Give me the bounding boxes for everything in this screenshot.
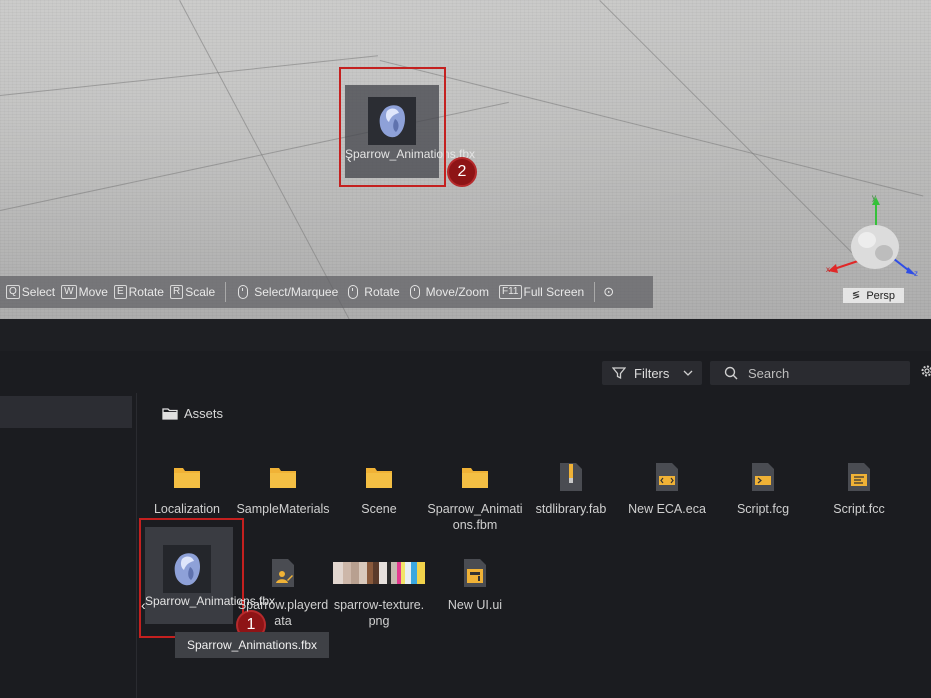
floor-seam [0,55,379,96]
asset-tile[interactable]: Script.fcc [811,457,907,517]
camera-mode-button[interactable]: ≶ Persp [843,288,904,303]
filters-label: Filters [634,365,670,381]
asset-name: SampleMaterials [236,502,330,516]
scene-viewport[interactable]: ‹ Sparrow_Animations.fbx 2 Q Select W Mo… [0,0,931,319]
mouse-hint-rotate: Rotate [348,285,400,299]
asset-name: Scene [361,502,397,516]
menu-icon: ≶ [851,290,861,301]
mouse-right-icon [348,285,359,299]
shortcut-label: Select [21,285,56,299]
breadcrumb-assets[interactable]: Assets [184,406,223,421]
shortcut-key: F11 [499,285,522,299]
asset-name: stdlibrary.fab [535,502,607,516]
mouse-hint-label: Move/Zoom [425,285,489,299]
mouse-hint-label: Select/Marquee [254,285,339,299]
orientation-gizmo[interactable]: y z x [820,193,930,285]
asset-name: Script.fcc [833,502,885,516]
asset-name: Script.fcg [736,502,790,516]
asset-tile[interactable]: New UI.ui [427,553,523,613]
asset-tile[interactable]: sparrow-texture.png [331,553,427,629]
gizmo-z-label: z [914,269,918,278]
shortcut-label: Full Screen [523,285,585,299]
texture-thumbnail [331,553,427,593]
mouse-hint-move-zoom: Move/Zoom [409,285,489,299]
asset-name: New UI.ui [447,598,503,612]
step-marker-2: 2 [447,157,477,187]
asset-name: Sparrow.playerdata [237,598,329,628]
asset-tile[interactable]: New ECA.eca [619,457,715,517]
asset-tile[interactable]: Sparrow_Animations.fbm [427,457,523,533]
playerdata-file-icon [235,553,331,593]
shortcut-label: Rotate [128,285,164,299]
zip-file-icon [523,457,619,497]
mouse-middle-icon [409,285,420,299]
camera-mode-label: Persp [866,289,896,302]
gear-icon[interactable] [920,364,931,378]
search-input[interactable]: Search [710,361,910,385]
folder-icon [331,457,427,497]
divider [594,282,596,302]
asset-name: Localization [153,502,220,516]
filters-dropdown[interactable]: Filters [602,361,702,385]
search-placeholder: Search [748,365,790,381]
highlight-box-source [139,518,244,638]
asset-tile[interactable]: Scene [331,457,427,517]
shortcut-scale[interactable]: R Scale [169,285,216,299]
breadcrumb: Assets [162,406,223,421]
shortcut-key: R [169,285,184,299]
mouse-left-icon [238,285,249,299]
shortcut-rotate[interactable]: E Rotate [113,285,164,299]
tooltip: Sparrow_Animations.fbx [175,632,329,658]
mouse-hint-select: Select/Marquee [238,285,338,299]
asset-tile[interactable]: Localization [139,457,235,517]
script-file-icon [715,457,811,497]
asset-tile[interactable]: Sparrow.playerdata [235,553,331,629]
gizmo-y-label: y [872,193,876,202]
asset-tile[interactable]: Script.fcg [715,457,811,517]
shortcut-label: Move [78,285,108,299]
shortcut-label: Scale [185,285,216,299]
eye-settings-icon[interactable]: ⊙ [603,284,614,300]
floor-seam [599,0,855,256]
assets-sidebar [0,393,137,698]
shortcut-bar: Q Select W Move E Rotate R Scale Select/… [0,276,653,308]
text-file-icon [811,457,907,497]
folder-icon [139,457,235,497]
sidebar-selected-item[interactable] [0,396,132,428]
code-file-icon [619,457,715,497]
asset-name: New ECA.eca [628,502,706,516]
asset-tile[interactable]: SampleMaterials [235,457,331,517]
shortcut-fullscreen[interactable]: F11 Full Screen [499,285,584,299]
ui-file-icon [427,553,523,593]
folder-icon [427,457,523,497]
mouse-hint-label: Rotate [364,285,400,299]
asset-tile[interactable]: stdlibrary.fab [523,457,619,517]
search-icon [724,366,738,380]
shortcut-key: W [61,285,77,299]
highlight-box-drop-target [339,67,446,187]
folder-outline-icon [162,408,178,420]
chevron-down-icon [683,370,693,376]
shortcut-move[interactable]: W Move [61,285,108,299]
divider [225,282,227,302]
panel-tab-strip [0,319,931,352]
folder-icon [235,457,331,497]
filter-icon [612,367,626,380]
shortcut-select[interactable]: Q Select [6,285,55,299]
asset-name: sparrow-texture.png [333,598,425,628]
gizmo-x-label: x [826,265,830,274]
shortcut-key: Q [6,285,20,299]
shortcut-key: E [113,285,127,299]
asset-name: Sparrow_Animations.fbm [427,502,523,532]
